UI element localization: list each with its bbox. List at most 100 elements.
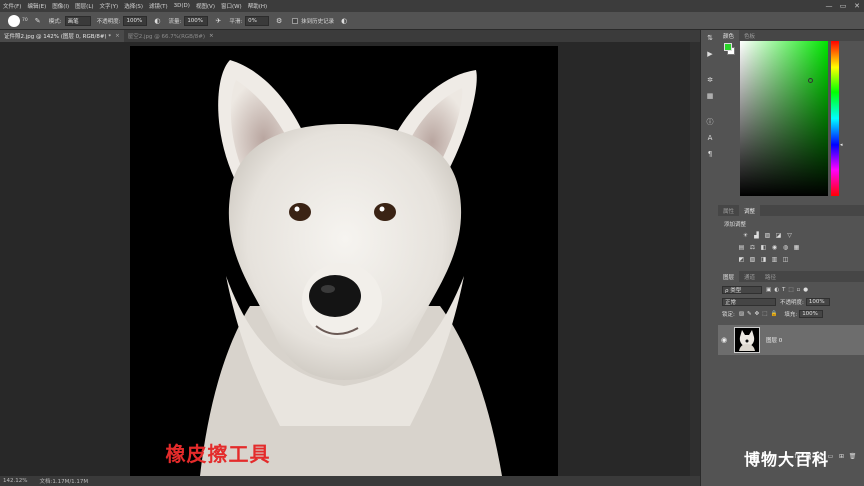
- blend-mode-select[interactable]: 正常: [722, 298, 776, 306]
- layer-opacity-input[interactable]: 100%: [805, 298, 830, 306]
- airbrush-icon[interactable]: ✈: [213, 16, 223, 26]
- zoom-level[interactable]: 142.12%: [3, 478, 27, 484]
- divider: [701, 62, 719, 72]
- window-controls: — ▭ ✕: [822, 0, 864, 12]
- menu-file[interactable]: 文件(F): [0, 2, 24, 10]
- close-icon[interactable]: ✕: [850, 0, 864, 12]
- levels-icon[interactable]: ▟: [751, 231, 762, 239]
- hue-slider[interactable]: [831, 41, 839, 196]
- document-canvas[interactable]: [130, 46, 558, 476]
- video-caption: 橡皮擦工具: [165, 442, 271, 466]
- vertical-scrollbar[interactable]: [690, 42, 700, 476]
- exposure-icon[interactable]: ◪: [773, 231, 784, 239]
- pressure-size-icon[interactable]: ◐: [339, 16, 349, 26]
- menu-image[interactable]: 图像(I): [49, 2, 72, 10]
- gradient-map-icon[interactable]: ▥: [769, 255, 780, 263]
- brush-settings-icon[interactable]: ✲: [701, 72, 719, 88]
- actions-icon[interactable]: ▶: [701, 46, 719, 62]
- layer-name[interactable]: 图层 0: [766, 336, 782, 344]
- opacity-label: 不透明度:: [96, 18, 121, 25]
- tab-paths[interactable]: 路径: [760, 271, 781, 282]
- menu-view[interactable]: 视图(V): [193, 2, 218, 10]
- menu-layer[interactable]: 图层(L): [72, 2, 96, 10]
- tab-adjustments[interactable]: 调整: [739, 205, 761, 216]
- lock-label: 锁定:: [722, 312, 735, 318]
- color-lookup-icon[interactable]: ▦: [791, 243, 802, 251]
- curves-icon[interactable]: ▨: [762, 231, 773, 239]
- paragraph-icon[interactable]: ¶: [701, 146, 719, 162]
- canvas-area: 橡皮擦工具: [0, 42, 700, 476]
- tab-properties[interactable]: 属性: [718, 205, 739, 216]
- erase-to-history-checkbox[interactable]: [292, 17, 299, 24]
- gear-icon[interactable]: ⚙: [274, 16, 284, 26]
- layers-panel: 图层 通道 路径 ρ 类型 ▣◐T⬚▫● 正常 不透明度: 100% 锁定: ▨…: [718, 271, 864, 464]
- menu-select[interactable]: 选择(S): [121, 2, 146, 10]
- menu-help[interactable]: 帮助(H): [245, 2, 270, 10]
- minimize-icon[interactable]: —: [822, 0, 836, 12]
- fill-input[interactable]: 100%: [799, 310, 824, 318]
- tab-channels[interactable]: 通道: [739, 271, 760, 282]
- layer-filter-icons[interactable]: ▣◐T⬚▫●: [766, 287, 811, 293]
- watermark-text: 博物大百科: [744, 450, 830, 469]
- tab-document-2[interactable]: 屋空2.jpg @ 66.7%(RGB/8#) ×: [124, 30, 218, 42]
- doc-size: 文档:1.17M/1.17M: [39, 479, 89, 485]
- selective-color-icon[interactable]: ◫: [780, 255, 791, 263]
- pressure-opacity-icon[interactable]: ◐: [152, 16, 162, 26]
- tab-document-1[interactable]: 证件照2.jpg @ 142% (图层 0, RGB/8#) * ×: [0, 30, 124, 42]
- brushes-icon[interactable]: ▦: [701, 88, 719, 104]
- right-panels: 颜色 色板 ◂ 属性 调整 添加调整 ☀ ▟ ▨ ◪ ▽ ▤ ⚖ ◧ ◉ ◍ ▦…: [718, 30, 864, 486]
- delete-layer-icon[interactable]: 🗑: [847, 453, 858, 460]
- layer-row[interactable]: ◉ 图层 0: [718, 325, 864, 355]
- tab-label: 证件照2.jpg @ 142% (图层 0, RGB/8#) *: [4, 34, 112, 40]
- threshold-icon[interactable]: ◨: [758, 255, 769, 263]
- close-icon[interactable]: ×: [115, 33, 120, 39]
- menu-window[interactable]: 窗口(W): [218, 2, 245, 10]
- document-tabs: 证件照2.jpg @ 142% (图层 0, RGB/8#) * × 屋空2.j…: [0, 30, 700, 42]
- lock-icons[interactable]: ▨✎✥⬚🔒: [739, 311, 780, 317]
- visibility-eye-icon[interactable]: ◉: [718, 336, 730, 344]
- hue-saturation-icon[interactable]: ▤: [736, 243, 747, 251]
- hue-slider-handle-icon[interactable]: ◂: [840, 142, 843, 148]
- menu-type[interactable]: 文字(Y): [97, 2, 122, 10]
- color-picker-field[interactable]: [740, 41, 828, 196]
- new-layer-icon[interactable]: ⊞: [836, 453, 847, 460]
- layer-thumbnail: [734, 327, 760, 353]
- close-icon[interactable]: ×: [209, 33, 214, 39]
- color-picker-cursor[interactable]: [808, 78, 813, 83]
- posterize-icon[interactable]: ▧: [747, 255, 758, 263]
- info-icon[interactable]: ⓘ: [701, 114, 719, 130]
- mode-select[interactable]: 画笔: [64, 15, 91, 26]
- status-bar: 142.12% 文档:1.17M/1.17M: [0, 476, 700, 486]
- erase-to-history-label: 抹到历史记录: [301, 18, 335, 25]
- layer-filter-select[interactable]: ρ 类型: [722, 286, 762, 294]
- menu-filter[interactable]: 滤镜(T): [146, 2, 171, 10]
- brush-settings-icon[interactable]: ✎: [33, 16, 43, 26]
- dog-photo: [200, 60, 502, 476]
- photo-filter-icon[interactable]: ◉: [769, 243, 780, 251]
- flow-input[interactable]: 100%: [184, 15, 209, 26]
- layer-opacity-label: 不透明度:: [780, 300, 804, 306]
- tab-layers[interactable]: 图层: [718, 271, 740, 282]
- adjustments-panel: 属性 调整 添加调整 ☀ ▟ ▨ ◪ ▽ ▤ ⚖ ◧ ◉ ◍ ▦ ◩ ▧ ◨ ▥…: [718, 205, 864, 271]
- color-balance-icon[interactable]: ⚖: [747, 243, 758, 251]
- character-icon[interactable]: A: [701, 130, 719, 146]
- foreground-color-swatch[interactable]: [724, 43, 732, 51]
- color-panel: 颜色 色板 ◂: [718, 30, 864, 205]
- smoothing-input[interactable]: 0%: [245, 15, 270, 26]
- maximize-icon[interactable]: ▭: [836, 0, 850, 12]
- brush-preset-icon[interactable]: [8, 14, 20, 27]
- tab-swatches[interactable]: 色板: [739, 30, 760, 41]
- opacity-input[interactable]: 100%: [123, 15, 148, 26]
- history-icon[interactable]: ⇅: [701, 30, 719, 46]
- invert-icon[interactable]: ◩: [736, 255, 747, 263]
- brush-size: 70: [22, 18, 28, 23]
- black-white-icon[interactable]: ◧: [758, 243, 769, 251]
- mode-label: 模式:: [48, 18, 62, 25]
- menu-edit[interactable]: 编辑(E): [24, 2, 49, 10]
- channel-mixer-icon[interactable]: ◍: [780, 243, 791, 251]
- panel-icon-strip: ⇅ ▶ ✲ ▦ ⓘ A ¶: [700, 30, 718, 486]
- brightness-icon[interactable]: ☀: [740, 231, 751, 239]
- menu-3d[interactable]: 3D(D): [171, 3, 193, 9]
- vibrance-icon[interactable]: ▽: [784, 231, 795, 239]
- tab-color[interactable]: 颜色: [718, 30, 740, 41]
